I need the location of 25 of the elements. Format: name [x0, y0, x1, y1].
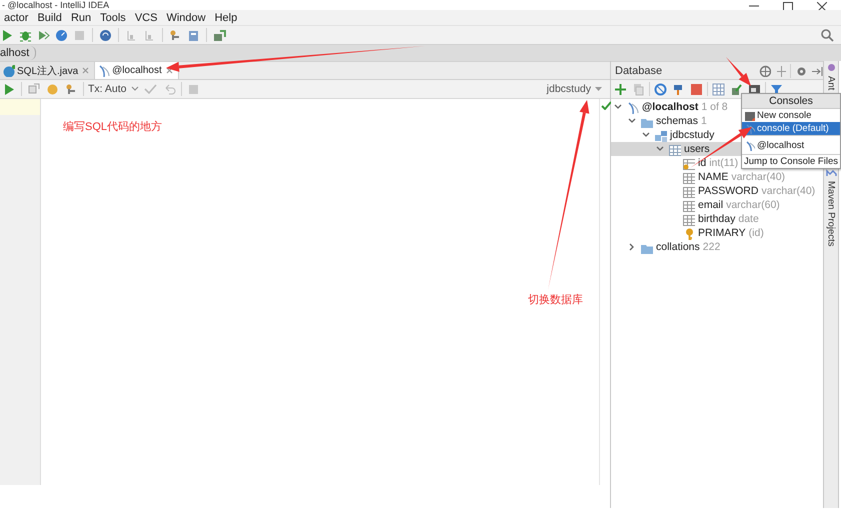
tree-label: PRIMARY: [698, 227, 746, 239]
window-title: - @localhost - IntelliJ IDEA: [2, 0, 110, 10]
tree-label: jdbcstudy: [670, 129, 714, 141]
tree-label: PASSWORD: [698, 185, 758, 197]
tree-label: @localhost: [642, 101, 698, 113]
annotation-text: 编写SQL代码的地方: [63, 120, 162, 134]
tree-label: users: [684, 143, 710, 155]
panel-title: Database: [615, 64, 664, 76]
tree-label: id: [698, 157, 706, 169]
popup-title: Consoles: [742, 94, 840, 109]
tree-detail: varchar(40): [731, 171, 786, 183]
tree-label: NAME: [698, 171, 728, 183]
tree-detail: (id): [748, 227, 764, 239]
tree-label: email: [698, 199, 724, 211]
tree-label: collations: [656, 241, 700, 253]
tree-label: birthday: [698, 213, 736, 225]
tree-detail: 222: [702, 241, 720, 253]
tree-detail: int(11): [709, 157, 738, 169]
annotation-text: 切换数据库: [528, 292, 583, 307]
tree-detail: varchar(60): [726, 199, 780, 211]
tree-detail: 1 of 8: [701, 101, 728, 113]
tree-detail: 1: [701, 115, 707, 127]
tree-detail: varchar(40): [761, 185, 816, 197]
tree-label: schemas: [656, 115, 698, 127]
tree-detail: date: [738, 213, 759, 225]
